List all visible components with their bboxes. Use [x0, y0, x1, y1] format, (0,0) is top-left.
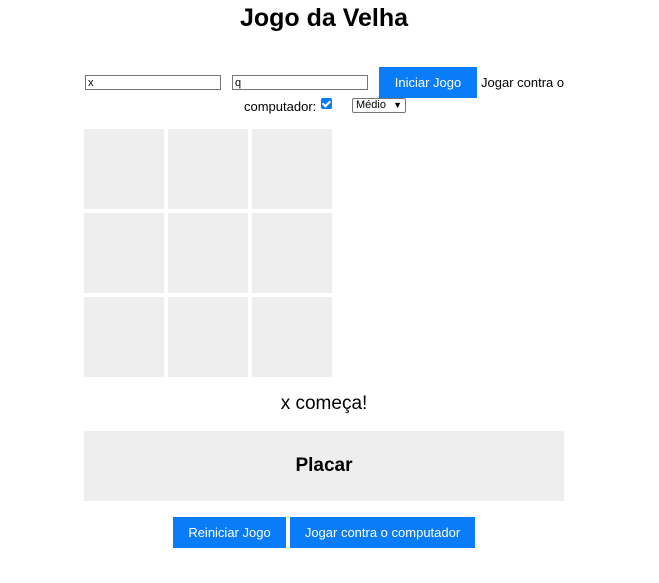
board-cell-5[interactable] [168, 213, 248, 293]
difficulty-select[interactable]: Médio ▼ [352, 98, 406, 113]
scoreboard-panel: Placar [84, 431, 564, 501]
restart-game-button[interactable]: Reiniciar Jogo [173, 517, 286, 548]
board-cell-9[interactable] [252, 297, 332, 377]
game-board [84, 129, 332, 377]
player1-name-input[interactable] [85, 75, 221, 90]
game-page: Jogo da Velha Iniciar Jogo Jogar contra … [0, 0, 659, 583]
difficulty-selected-value: Médio [356, 99, 386, 111]
scoreboard-title: Placar [295, 455, 353, 476]
board-cell-7[interactable] [84, 297, 164, 377]
vs-computer-label-continued: computador: [244, 99, 317, 114]
board-cell-3[interactable] [252, 129, 332, 209]
board-cell-4[interactable] [84, 213, 164, 293]
game-status-message: x começa! [280, 393, 368, 414]
start-game-button[interactable]: Iniciar Jogo [379, 67, 477, 98]
board-cell-2[interactable] [168, 129, 248, 209]
chevron-down-icon: ▼ [393, 100, 402, 110]
player2-name-input[interactable] [232, 75, 368, 90]
board-cell-6[interactable] [252, 213, 332, 293]
vs-computer-checkbox[interactable] [321, 98, 332, 109]
board-cell-8[interactable] [168, 297, 248, 377]
vs-computer-label: Jogar contra o [481, 75, 565, 90]
page-title: Jogo da Velha [239, 4, 409, 32]
board-cell-1[interactable] [84, 129, 164, 209]
play-vs-computer-button[interactable]: Jogar contra o computador [290, 517, 475, 548]
